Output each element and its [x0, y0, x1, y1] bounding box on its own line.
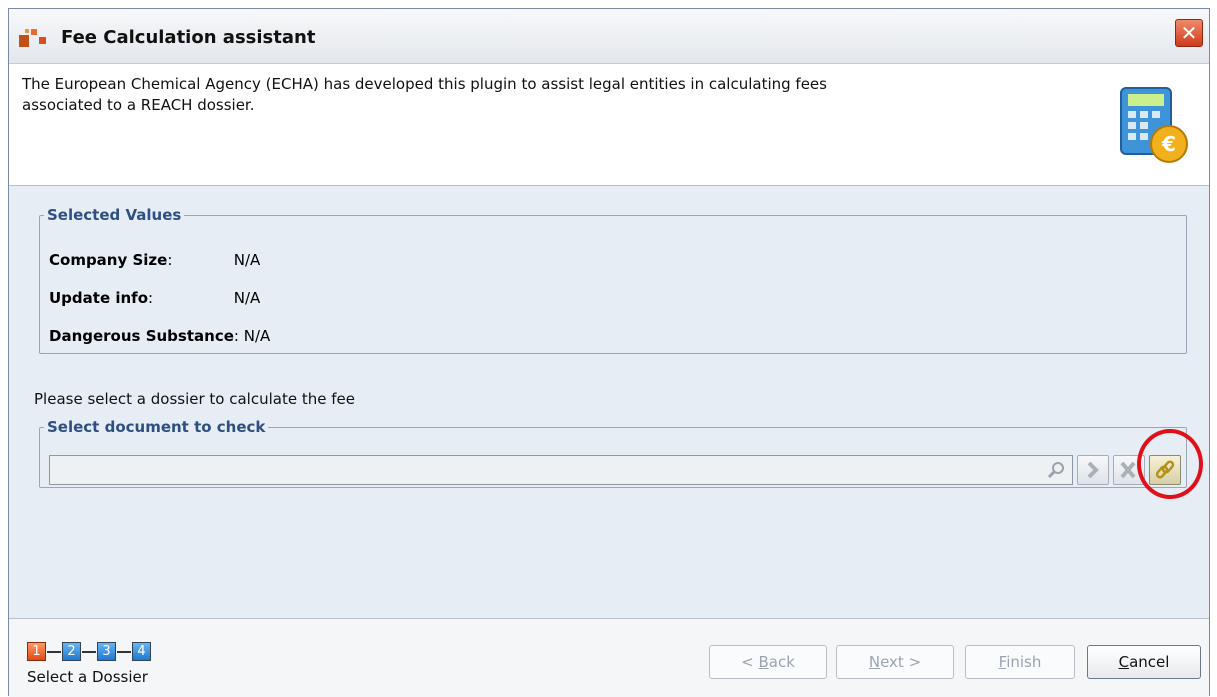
dangerous-substance-label: Dangerous Substance: [49, 327, 234, 345]
cancel-mnemonic: C: [1118, 653, 1130, 671]
company-size-label: Company Size: [49, 251, 168, 269]
wizard-content: Selected Values Company Size: N/A Update…: [9, 186, 1209, 618]
title-bar[interactable]: Fee Calculation assistant ✕: [9, 9, 1209, 64]
go-button[interactable]: [1077, 455, 1109, 485]
search-icon[interactable]: [1046, 460, 1066, 480]
document-field[interactable]: [49, 455, 1073, 485]
cancel-button[interactable]: Cancel: [1087, 645, 1201, 679]
dangerous-substance-row: Dangerous Substance: N/A: [49, 327, 271, 345]
next-label: ext >: [880, 653, 922, 671]
step-connector: [47, 651, 61, 653]
intro-line-2: associated to a REACH dossier.: [22, 96, 255, 114]
wizard-footer: 1 2 3 4 Select a Dossier < Back Next > F…: [9, 618, 1209, 697]
select-dossier-prompt: Please select a dossier to calculate the…: [34, 390, 355, 408]
update-info-value: N/A: [233, 289, 261, 307]
step-4: 4: [132, 642, 151, 661]
description-panel: The European Chemical Agency (ECHA) has …: [9, 64, 1209, 186]
close-button[interactable]: ✕: [1175, 19, 1203, 47]
back-label: ack: [768, 653, 795, 671]
finish-button[interactable]: Finish: [965, 645, 1075, 679]
back-button[interactable]: < Back: [709, 645, 827, 679]
svg-text:€: €: [1161, 132, 1176, 156]
selected-values-legend: Selected Values: [47, 206, 182, 224]
dangerous-substance-value: N/A: [243, 327, 271, 345]
calculator-euro-icon: €: [1120, 87, 1188, 163]
step-caption: Select a Dossier: [27, 668, 148, 686]
next-mnemonic: N: [868, 653, 881, 671]
app-logo-icon: [19, 29, 46, 47]
update-info-row: Update info: N/A: [49, 289, 261, 307]
step-connector: [82, 651, 96, 653]
step-3: 3: [97, 642, 116, 661]
arrow-right-icon: [1087, 461, 1099, 479]
cancel-label: ancel: [1129, 653, 1170, 671]
update-info-label: Update info: [49, 289, 148, 307]
window-title: Fee Calculation assistant: [61, 27, 316, 48]
company-size-value: N/A: [233, 251, 261, 269]
highlight-circle: [1137, 429, 1203, 499]
intro-text: The European Chemical Agency (ECHA) has …: [22, 74, 1022, 116]
intro-line-1: The European Chemical Agency (ECHA) has …: [22, 75, 827, 93]
step-connector: [117, 651, 131, 653]
back-prefix: <: [741, 653, 759, 671]
next-button[interactable]: Next >: [836, 645, 954, 679]
fee-calculation-dialog: Fee Calculation assistant ✕ The European…: [8, 8, 1210, 697]
select-document-legend: Select document to check: [47, 418, 266, 436]
finish-label: inish: [1006, 653, 1042, 671]
step-2: 2: [62, 642, 81, 661]
step-1: 1: [27, 642, 46, 661]
back-mnemonic: B: [758, 653, 769, 671]
company-size-row: Company Size: N/A: [49, 251, 261, 269]
